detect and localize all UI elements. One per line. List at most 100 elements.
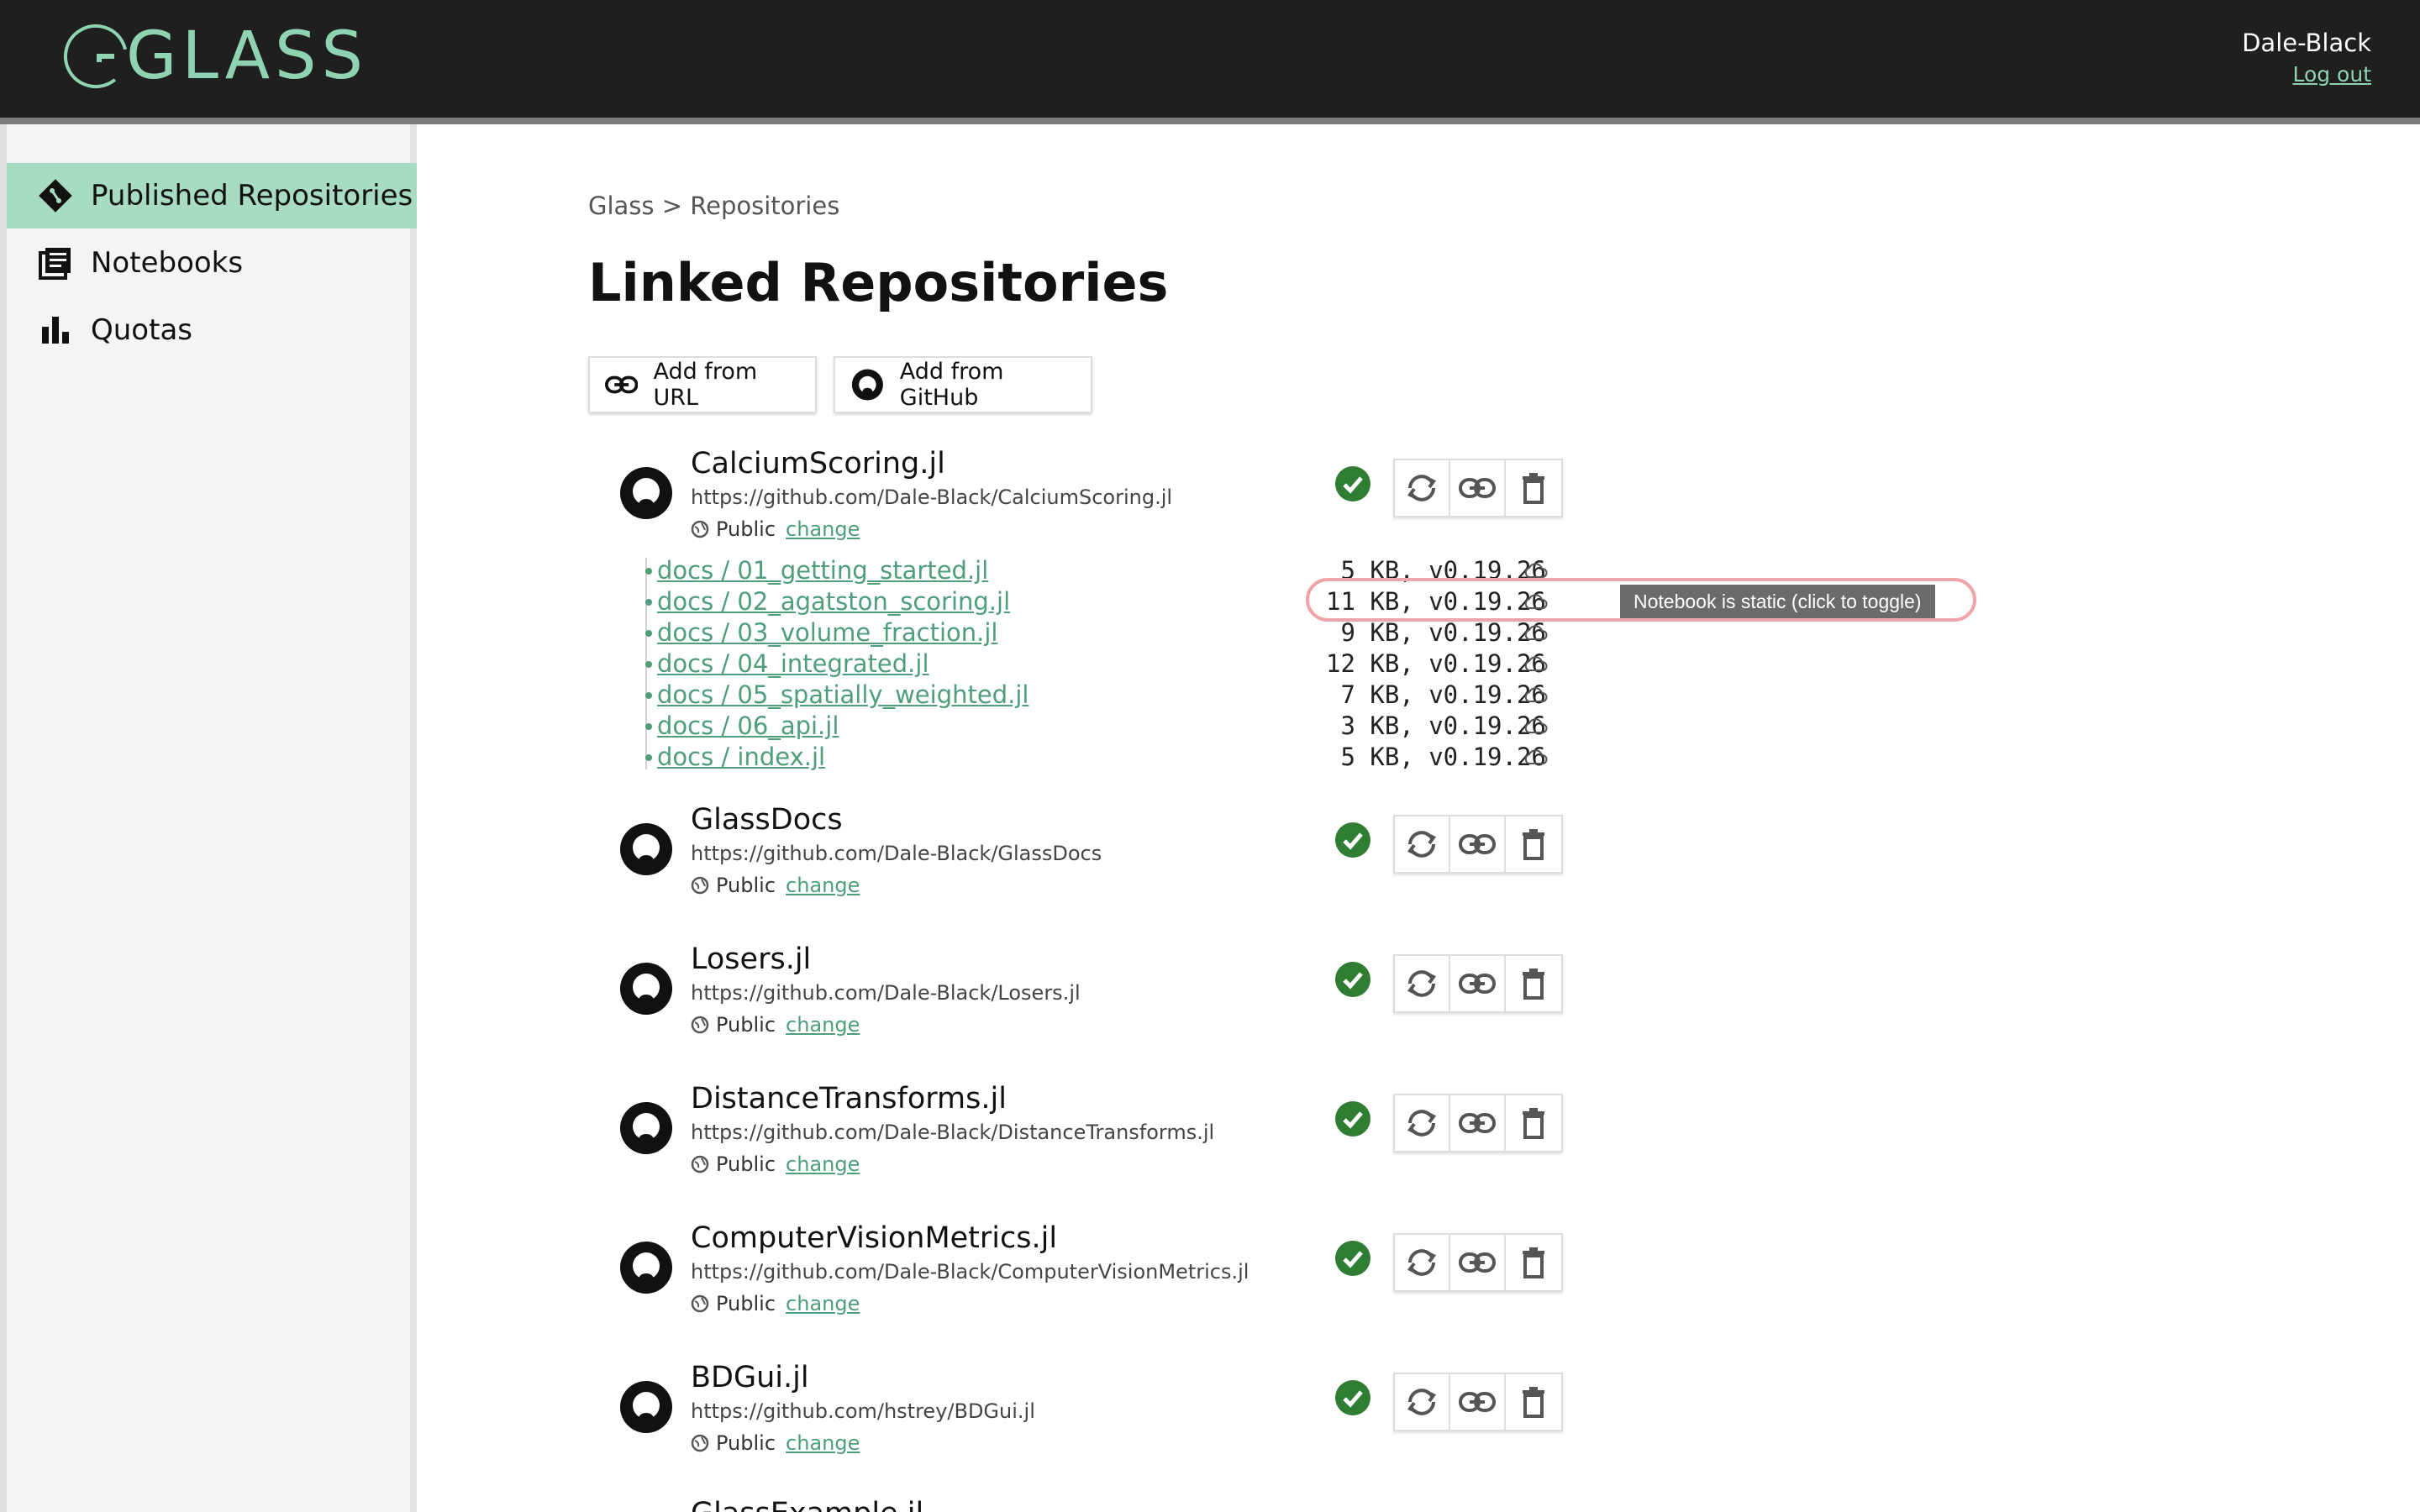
github-icon — [620, 823, 672, 875]
sidebar-item-label: Published Repositories — [91, 179, 413, 213]
glass-logo[interactable]: GLASS — [62, 18, 368, 94]
copy-link-button[interactable] — [1450, 460, 1506, 516]
logo-ring-icon — [64, 24, 128, 88]
logo-text: GLASS — [126, 18, 369, 94]
change-visibility-link[interactable]: change — [786, 517, 860, 541]
bullet-dot — [645, 630, 652, 637]
repo-actions — [1393, 954, 1563, 1013]
globe-icon — [691, 520, 709, 538]
check-circle-icon — [1335, 1101, 1370, 1137]
sync-button[interactable] — [1395, 816, 1450, 872]
add-from-github-button[interactable]: Add from GitHub — [834, 356, 1092, 413]
change-visibility-link[interactable]: change — [786, 874, 860, 897]
link-icon — [605, 375, 639, 394]
notebook-link[interactable]: docs / 01_getting_started.jl — [657, 556, 988, 585]
delete-button[interactable] — [1506, 460, 1561, 516]
trash-icon — [1523, 1108, 1544, 1139]
copy-link-button[interactable] — [1450, 816, 1506, 872]
repo-actions — [1393, 815, 1563, 874]
add-from-url-label: Add from URL — [653, 359, 758, 411]
visibility-label: Public — [716, 1152, 776, 1176]
trash-icon — [1523, 1247, 1544, 1278]
change-visibility-link[interactable]: change — [786, 1013, 860, 1037]
bullet-dot — [645, 692, 652, 699]
notebook-row: docs / 06_api.jl 3 KB, v0.19.26 — [645, 711, 1654, 743]
repo-name: ComputerVisionMetrics.jl — [691, 1221, 1058, 1255]
add-from-github-label: Add from GitHub — [899, 359, 1004, 411]
copy-link-button[interactable] — [1450, 1095, 1506, 1151]
delete-button[interactable] — [1506, 1374, 1561, 1430]
github-icon — [620, 1102, 672, 1154]
repo-actions — [1393, 1094, 1563, 1152]
page-title: Linked Repositories — [588, 252, 1169, 313]
notebook-link[interactable]: docs / 03_volume_fraction.jl — [657, 618, 997, 647]
cloud-icon[interactable] — [1523, 749, 1548, 766]
notebook-meta: 3 KB, v0.19.26 — [1326, 711, 1546, 740]
cloud-icon[interactable] — [1523, 563, 1548, 580]
repo-row: BDGui.jl https://github.com/hstrey/BDGui… — [588, 1361, 1681, 1462]
sidebar-item-quotas[interactable]: Quotas — [7, 297, 417, 363]
copy-link-button[interactable] — [1450, 1374, 1506, 1430]
change-visibility-link[interactable]: change — [786, 1292, 860, 1315]
repo-visibility: Public change — [691, 517, 860, 541]
repo-actions — [1393, 459, 1563, 517]
sidebar-item-published-repositories[interactable]: Published Repositories — [7, 163, 417, 228]
bar-chart-icon — [37, 312, 74, 349]
check-circle-icon — [1335, 962, 1370, 997]
bullet-dot — [645, 754, 652, 761]
delete-button[interactable] — [1506, 1235, 1561, 1290]
sidebar-item-label: Quotas — [91, 313, 192, 347]
visibility-label: Public — [716, 1013, 776, 1037]
add-from-url-button[interactable]: Add from URL — [588, 356, 817, 413]
sync-button[interactable] — [1395, 1374, 1450, 1430]
check-circle-icon — [1335, 466, 1370, 501]
link-icon — [1459, 974, 1496, 994]
notebook-link[interactable]: docs / 04_integrated.jl — [657, 649, 929, 678]
delete-button[interactable] — [1506, 956, 1561, 1011]
cloud-icon[interactable] — [1523, 656, 1548, 673]
notebook-row: docs / 04_integrated.jl 12 KB, v0.19.26 — [645, 649, 1654, 680]
repo-visibility: Public change — [691, 874, 860, 897]
repo-row: ComputerVisionMetrics.jl https://github.… — [588, 1221, 1681, 1322]
sync-button[interactable] — [1395, 1095, 1450, 1151]
cloud-icon[interactable] — [1523, 625, 1548, 642]
github-icon — [620, 1381, 672, 1433]
notebook-row: docs / 05_spatially_weighted.jl 7 KB, v0… — [645, 680, 1654, 711]
link-icon — [1459, 1252, 1496, 1273]
notebook-link[interactable]: docs / 05_spatially_weighted.jl — [657, 680, 1028, 709]
change-visibility-link[interactable]: change — [786, 1152, 860, 1176]
copy-link-button[interactable] — [1450, 1235, 1506, 1290]
github-icon — [620, 1242, 672, 1294]
notebook-link[interactable]: docs / 02_agatston_scoring.jl — [657, 587, 1010, 616]
repo-actions — [1393, 1233, 1563, 1292]
cloud-icon[interactable] — [1523, 718, 1548, 735]
repo-row: Losers.jl https://github.com/Dale-Black/… — [588, 942, 1681, 1043]
notebook-meta: 9 KB, v0.19.26 — [1326, 618, 1546, 647]
notebook-link[interactable]: docs / 06_api.jl — [657, 711, 839, 740]
change-visibility-link[interactable]: change — [786, 1431, 860, 1455]
globe-icon — [691, 1294, 709, 1313]
globe-icon — [691, 1155, 709, 1173]
repo-row: CalciumScoring.jl https://github.com/Dal… — [588, 447, 1681, 548]
notebook-meta: 12 KB, v0.19.26 — [1326, 649, 1546, 678]
copy-link-button[interactable] — [1450, 956, 1506, 1011]
sidebar-item-notebooks[interactable]: Notebooks — [7, 230, 417, 296]
repo-visibility: Public change — [691, 1292, 860, 1315]
cloud-icon[interactable] — [1523, 687, 1548, 704]
sync-button[interactable] — [1395, 956, 1450, 1011]
bullet-dot — [645, 568, 652, 575]
logout-link[interactable]: Log out — [2242, 62, 2371, 87]
globe-icon — [691, 1434, 709, 1452]
link-icon — [1459, 478, 1496, 498]
repo-url: https://github.com/hstrey/BDGui.jl — [691, 1399, 1035, 1423]
link-icon — [1459, 1113, 1496, 1133]
link-icon — [1459, 1392, 1496, 1412]
notebook-link[interactable]: docs / index.jl — [657, 743, 825, 771]
notebook-row: docs / index.jl 5 KB, v0.19.26 — [645, 743, 1654, 774]
sync-icon — [1407, 1389, 1436, 1415]
sync-button[interactable] — [1395, 1235, 1450, 1290]
delete-button[interactable] — [1506, 1095, 1561, 1151]
sync-button[interactable] — [1395, 460, 1450, 516]
delete-button[interactable] — [1506, 816, 1561, 872]
trash-icon — [1523, 969, 1544, 1000]
